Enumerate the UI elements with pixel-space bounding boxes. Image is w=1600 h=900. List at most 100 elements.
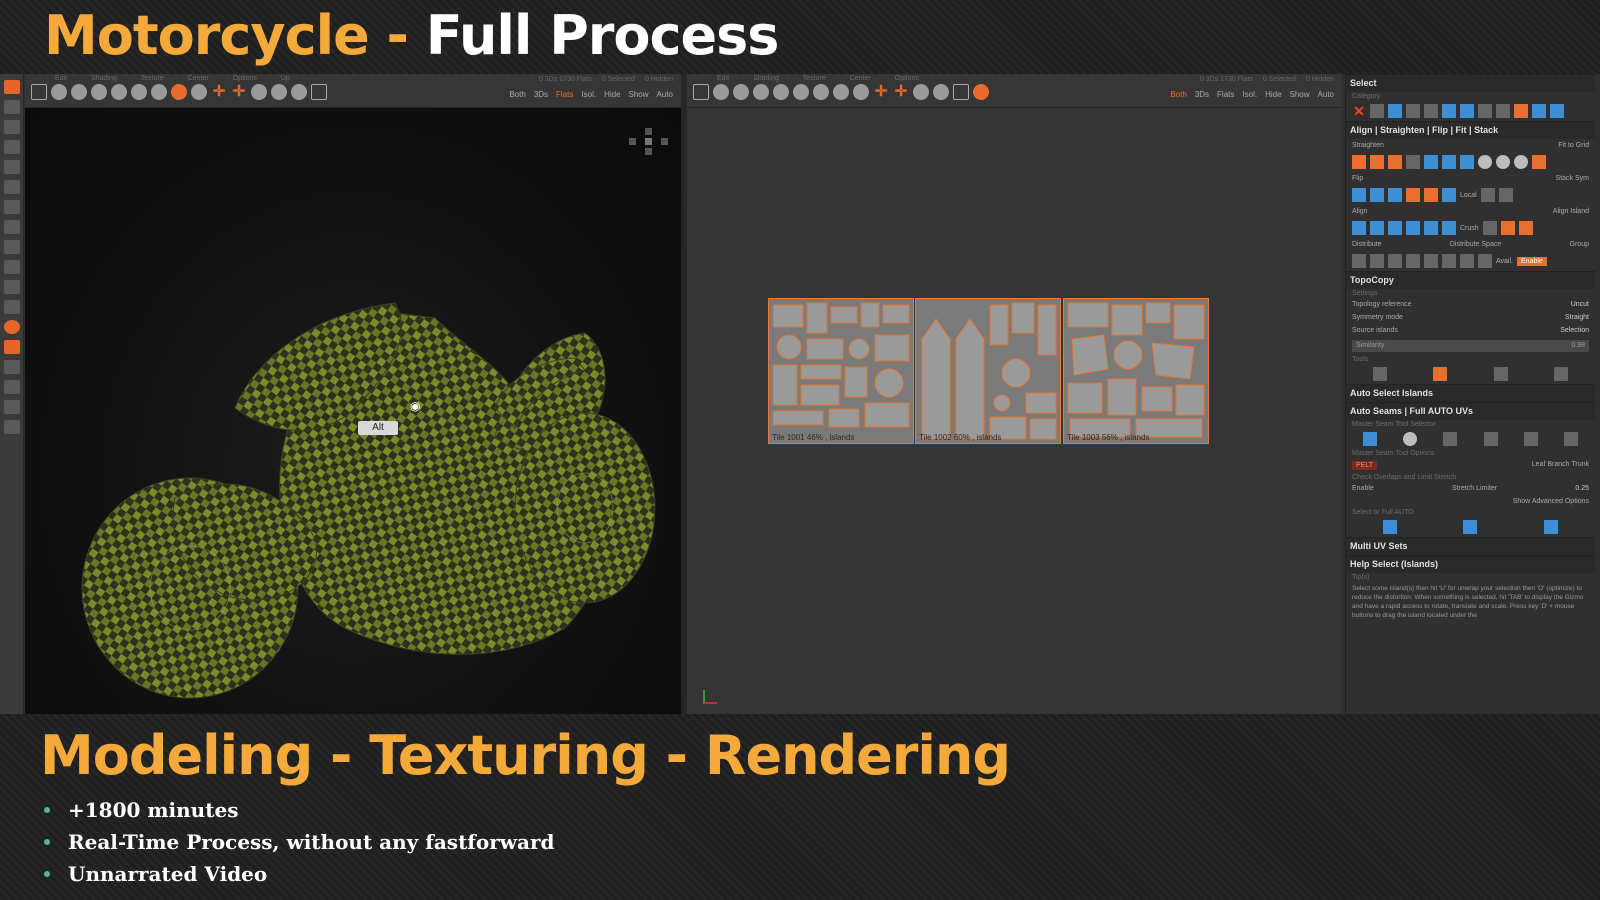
select-faces-icon[interactable] bbox=[1406, 104, 1420, 118]
seam-tool-link-icon[interactable] bbox=[1563, 432, 1578, 446]
checker-sphere-icon[interactable] bbox=[131, 84, 147, 100]
symmetry-icon[interactable] bbox=[4, 400, 20, 414]
show-button[interactable]: Show bbox=[629, 90, 649, 99]
select-grow-icon[interactable] bbox=[1532, 104, 1546, 118]
isol-button[interactable]: Isol. bbox=[1242, 90, 1257, 99]
align-top-icon[interactable] bbox=[1406, 221, 1420, 235]
local-dropdown[interactable]: Local bbox=[1460, 192, 1477, 199]
select-grid-icon[interactable] bbox=[1442, 104, 1456, 118]
grid-straighten-icon[interactable] bbox=[1370, 155, 1384, 169]
light-icon[interactable] bbox=[853, 84, 869, 100]
topocopy-tool-4-icon[interactable] bbox=[1553, 367, 1568, 381]
hide-button[interactable]: Hide bbox=[1265, 90, 1281, 99]
center-icon[interactable]: ✛ bbox=[873, 84, 889, 100]
fit-m-icon[interactable] bbox=[1532, 155, 1546, 169]
flats-button[interactable]: Flats bbox=[1217, 90, 1234, 99]
matcap-icon[interactable] bbox=[151, 84, 167, 100]
color-sphere-icon[interactable] bbox=[833, 84, 849, 100]
enable-toggle[interactable]: Enable bbox=[1352, 485, 1374, 492]
select-similar-icon[interactable] bbox=[1496, 104, 1510, 118]
select-invert-icon[interactable] bbox=[1478, 104, 1492, 118]
both-button[interactable]: Both bbox=[509, 90, 525, 99]
leaf-option[interactable]: Leaf bbox=[1532, 461, 1546, 468]
sphere-icon[interactable] bbox=[4, 140, 20, 154]
grid-sphere-icon[interactable] bbox=[91, 84, 107, 100]
branch-option[interactable]: Branch bbox=[1547, 461, 1569, 468]
straighten-icon[interactable] bbox=[1352, 155, 1366, 169]
shield-icon[interactable] bbox=[4, 260, 20, 274]
align-left-icon[interactable] bbox=[1352, 221, 1366, 235]
record-icon[interactable] bbox=[973, 84, 989, 100]
topology-reference-row[interactable]: Topology reference Uncut bbox=[1346, 298, 1595, 311]
fit-box-icon[interactable] bbox=[1478, 155, 1492, 169]
auto-unwrap-icon[interactable] bbox=[1463, 520, 1478, 534]
frame-icon[interactable] bbox=[31, 84, 47, 100]
area-select-icon[interactable] bbox=[4, 340, 20, 354]
show-button[interactable]: Show bbox=[1290, 90, 1310, 99]
texture-sphere-icon[interactable] bbox=[111, 84, 127, 100]
view-gizmo-icon[interactable] bbox=[629, 128, 669, 158]
both-button[interactable]: Both bbox=[1170, 90, 1186, 99]
select-overlap-icon[interactable] bbox=[1514, 104, 1528, 118]
align-bottom-icon[interactable] bbox=[1442, 221, 1456, 235]
3ds-button[interactable]: 3Ds bbox=[534, 90, 548, 99]
box-select-icon[interactable] bbox=[4, 100, 20, 114]
checker-grid-icon[interactable] bbox=[953, 84, 969, 100]
topocopy-tool-2-icon[interactable] bbox=[1433, 367, 1448, 381]
pelt-badge[interactable]: PELT bbox=[1352, 461, 1377, 470]
auto-select-section-header[interactable]: Auto Select Islands bbox=[1346, 384, 1595, 402]
center-icon[interactable]: ✛ bbox=[211, 84, 227, 100]
grid-sphere-icon[interactable] bbox=[753, 84, 769, 100]
horizontal-icon[interactable] bbox=[1388, 155, 1402, 169]
grid-icon[interactable] bbox=[4, 160, 20, 174]
fit-grid-icon[interactable] bbox=[1424, 155, 1438, 169]
diagonal-icon[interactable] bbox=[1406, 155, 1420, 169]
align-section-header[interactable]: Align | Straighten | Flip | Fit | Stack bbox=[1346, 121, 1595, 139]
seam-tool-box-icon[interactable] bbox=[1483, 432, 1498, 446]
align-center-icon[interactable] bbox=[1370, 221, 1384, 235]
select-box-icon[interactable] bbox=[1370, 104, 1384, 118]
mirror-icon[interactable] bbox=[4, 420, 20, 434]
center-selection-icon[interactable]: ✛ bbox=[231, 84, 247, 100]
pin-icon[interactable] bbox=[4, 240, 20, 254]
auto-select-icon[interactable] bbox=[1383, 520, 1398, 534]
distribute-top-icon[interactable] bbox=[1406, 254, 1420, 268]
fit-height-icon[interactable] bbox=[1514, 155, 1528, 169]
seam-tool-plane-icon[interactable] bbox=[1523, 432, 1538, 446]
auto-button[interactable]: Auto bbox=[657, 90, 673, 99]
option-sphere-2-icon[interactable] bbox=[291, 84, 307, 100]
isol-button[interactable]: Isol. bbox=[581, 90, 596, 99]
align-island-icon[interactable] bbox=[1482, 221, 1497, 235]
viewport-uv[interactable]: Edit Shading Texture Center Options ✛ ✛ bbox=[687, 74, 1342, 714]
distribute-center-icon[interactable] bbox=[1388, 254, 1402, 268]
shading-solid-icon[interactable] bbox=[713, 84, 729, 100]
fit-tile-icon[interactable] bbox=[1442, 155, 1456, 169]
topocopy-section-header[interactable]: TopoCopy bbox=[1346, 271, 1595, 289]
checker-sphere-icon[interactable] bbox=[793, 84, 809, 100]
select-edge-icon[interactable] bbox=[1388, 104, 1402, 118]
flats-button[interactable]: Flats bbox=[556, 90, 573, 99]
crush-button[interactable]: Crush bbox=[1460, 225, 1479, 232]
distribute-h-icon[interactable] bbox=[1352, 254, 1366, 268]
star-icon[interactable] bbox=[4, 300, 20, 314]
uv-tile-1001[interactable]: Tile 1001 46% , islands bbox=[768, 298, 914, 444]
lasso-icon[interactable] bbox=[4, 360, 20, 374]
uv-tile-1003[interactable]: Tile 1003 56% , islands bbox=[1063, 298, 1209, 444]
texture-sphere-icon[interactable] bbox=[773, 84, 789, 100]
align-island-2-icon[interactable] bbox=[1500, 221, 1515, 235]
line-tool-icon[interactable] bbox=[4, 280, 20, 294]
fit-rotate-icon[interactable] bbox=[1460, 155, 1474, 169]
color-sphere-icon[interactable] bbox=[171, 84, 187, 100]
stack-sym-2-icon[interactable] bbox=[1498, 188, 1513, 202]
globe-tool-icon[interactable] bbox=[4, 320, 20, 334]
distribute-space-icon[interactable] bbox=[1460, 254, 1474, 268]
seam-tool-human-icon[interactable] bbox=[1443, 432, 1458, 446]
auto-pack-icon[interactable] bbox=[1543, 520, 1558, 534]
center-selection-icon[interactable]: ✛ bbox=[893, 84, 909, 100]
rotate-ccw-icon[interactable] bbox=[1424, 188, 1438, 202]
seam-tool-sphere-icon[interactable] bbox=[1403, 432, 1418, 446]
hide-button[interactable]: Hide bbox=[604, 90, 620, 99]
wire-sphere-icon[interactable] bbox=[71, 84, 87, 100]
scene-3d[interactable] bbox=[25, 108, 681, 714]
axis-up-icon[interactable] bbox=[311, 84, 327, 100]
